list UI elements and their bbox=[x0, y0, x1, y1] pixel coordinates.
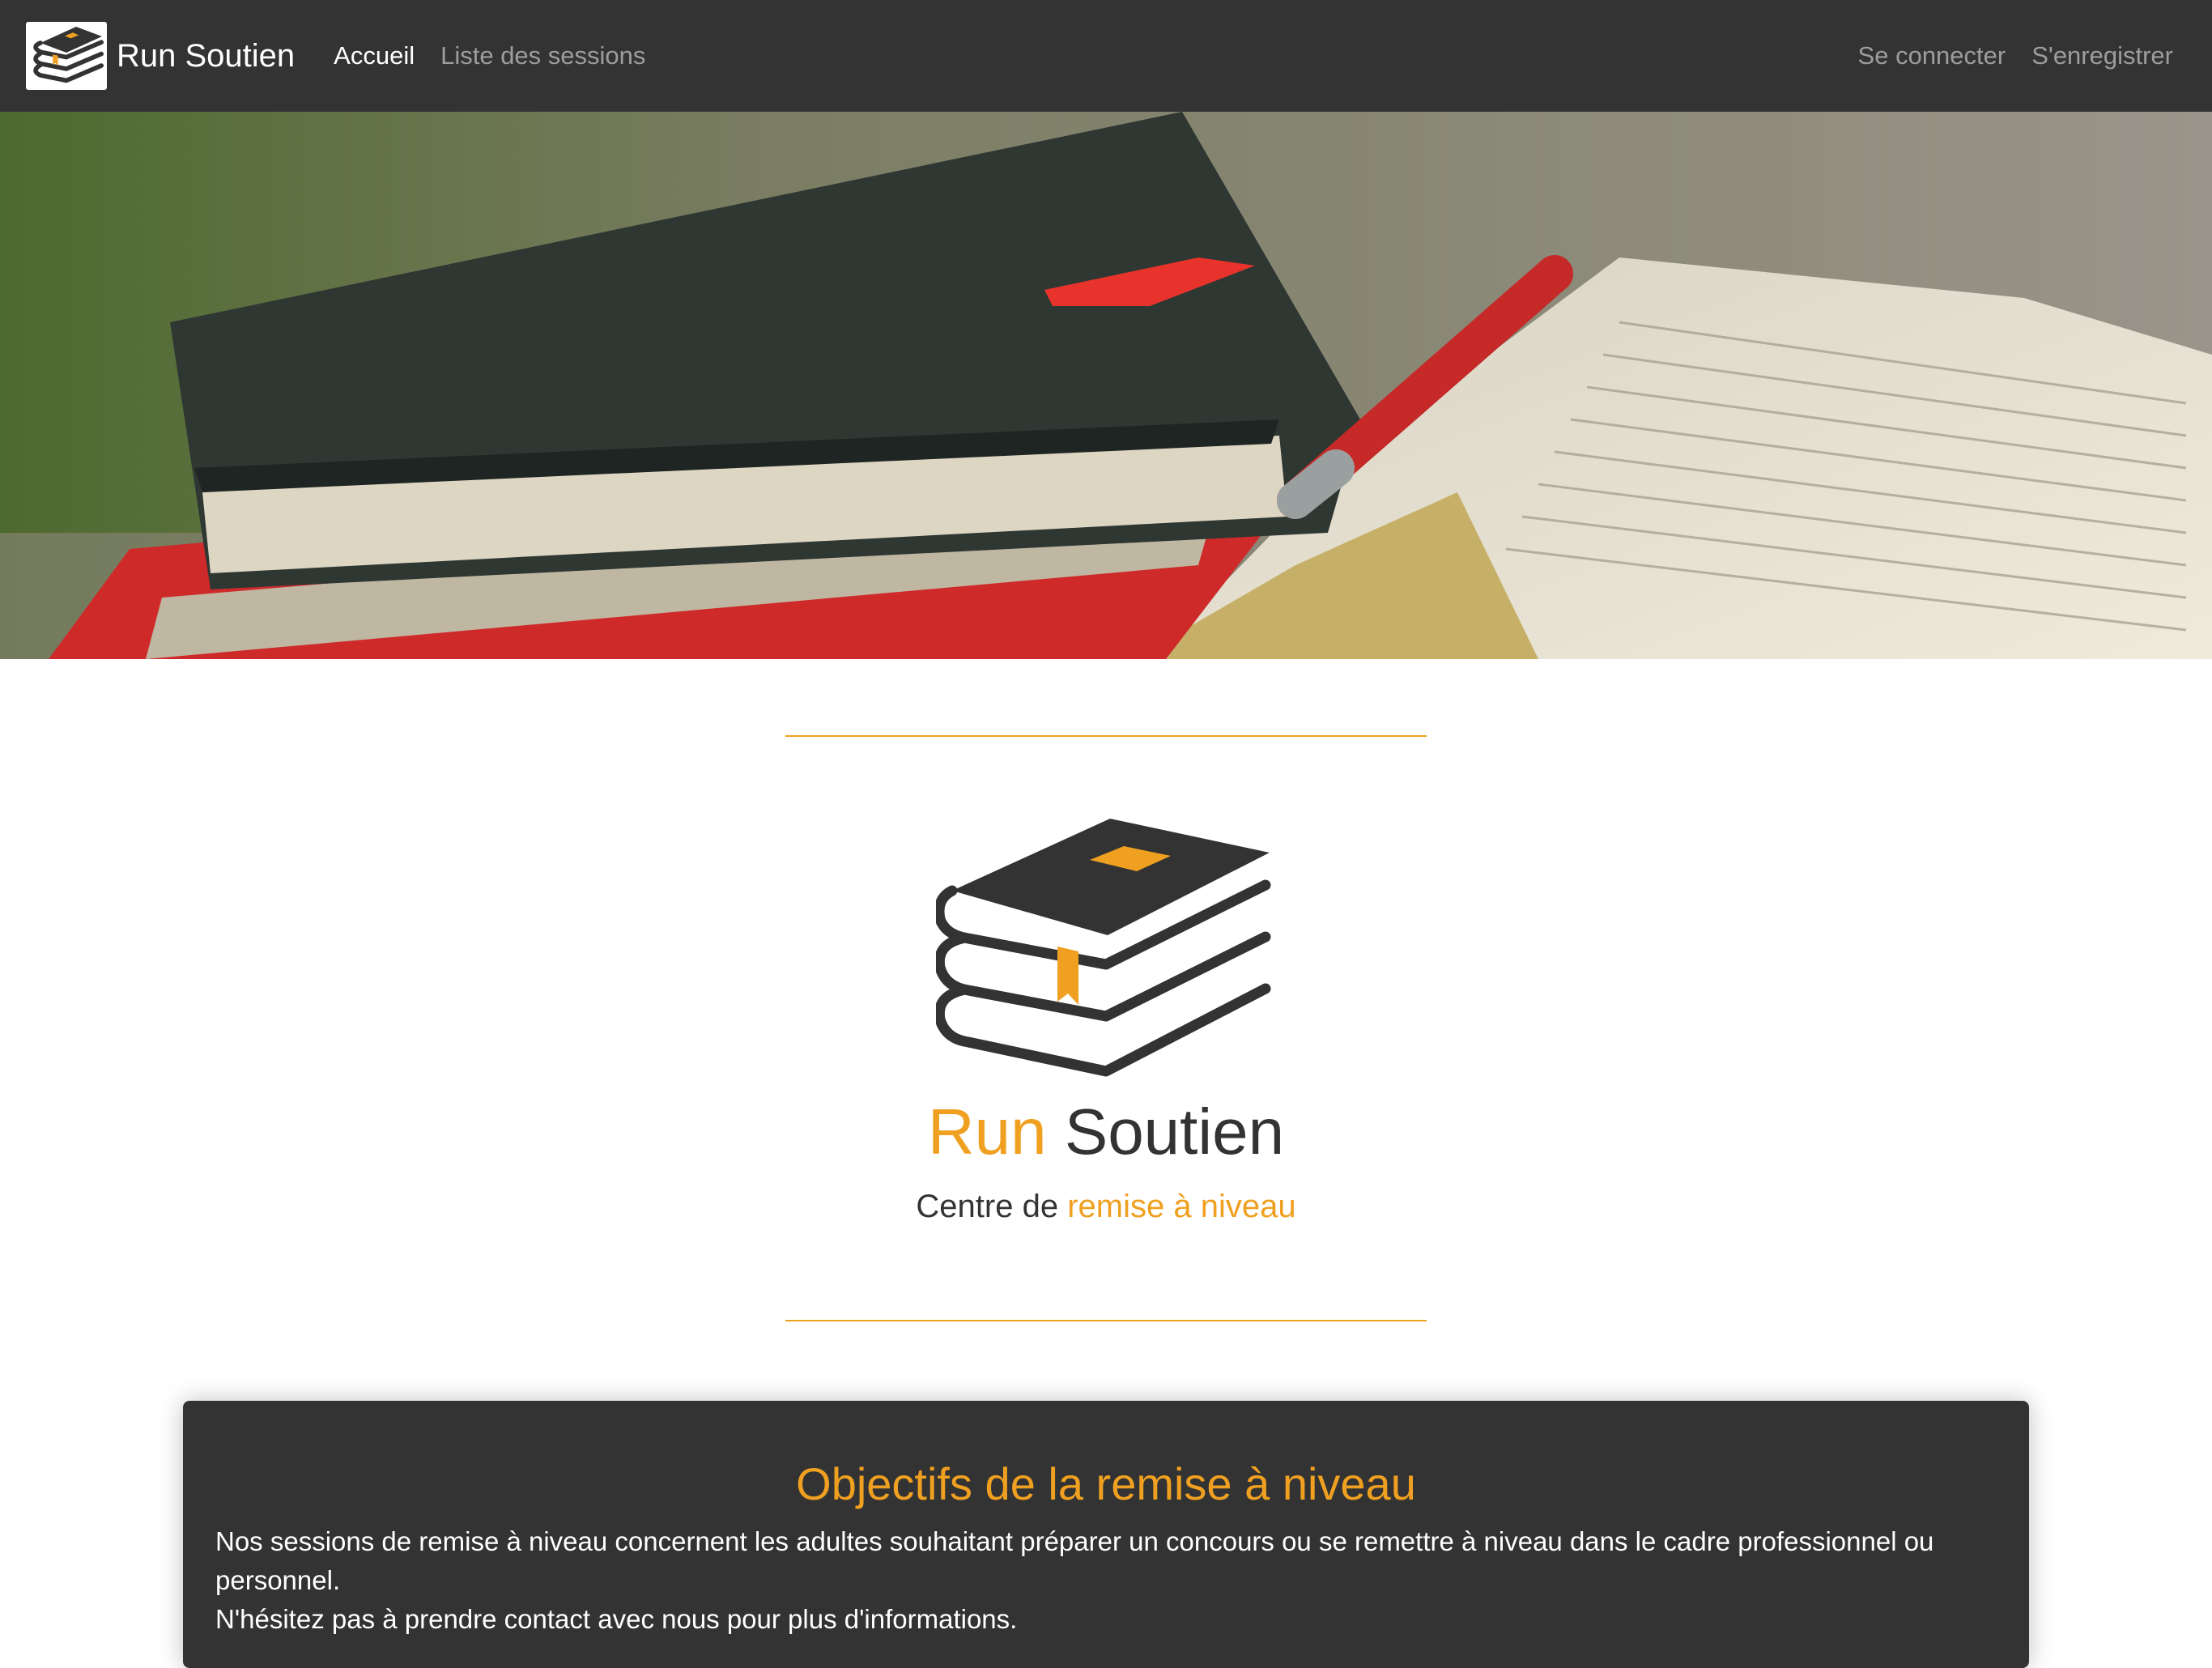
objectives-card: Objectifs de la remise à niveau Nos sess… bbox=[183, 1401, 2029, 1668]
brand-link[interactable]: Run Soutien bbox=[26, 22, 295, 90]
subtitle-accent: remise à niveau bbox=[1067, 1189, 1296, 1224]
top-divider bbox=[785, 735, 1427, 737]
subtitle-prefix: Centre de bbox=[916, 1189, 1059, 1224]
brand-name: Run Soutien bbox=[117, 37, 296, 74]
page-title: Run Soutien bbox=[0, 1095, 2212, 1169]
objectives-title: Objectifs de la remise à niveau bbox=[796, 1458, 1416, 1509]
nav-liste-sessions[interactable]: Liste des sessions bbox=[440, 41, 645, 70]
navbar: Run Soutien Accueil Liste des sessions S… bbox=[0, 0, 2212, 112]
book-stack-icon bbox=[934, 814, 1276, 1101]
objectives-line-2: N'hésitez pas à prendre contact avec nou… bbox=[215, 1604, 1018, 1634]
nav-accueil[interactable]: Accueil bbox=[334, 41, 415, 70]
nav-login[interactable]: Se connecter bbox=[1858, 41, 2006, 70]
nav-register[interactable]: S'enregistrer bbox=[2031, 41, 2173, 70]
page-subtitle: Centre de remise à niveau bbox=[0, 1189, 2212, 1225]
title-rest: Soutien bbox=[1064, 1096, 1285, 1168]
hero-image bbox=[0, 112, 2212, 659]
objectives-line-1: Nos sessions de remise à niveau concerne… bbox=[215, 1526, 1934, 1595]
bottom-divider bbox=[785, 1320, 1427, 1321]
book-stack-icon bbox=[26, 22, 107, 90]
title-accent: Run bbox=[927, 1096, 1047, 1168]
objectives-text: Nos sessions de remise à niveau concerne… bbox=[215, 1522, 1997, 1639]
